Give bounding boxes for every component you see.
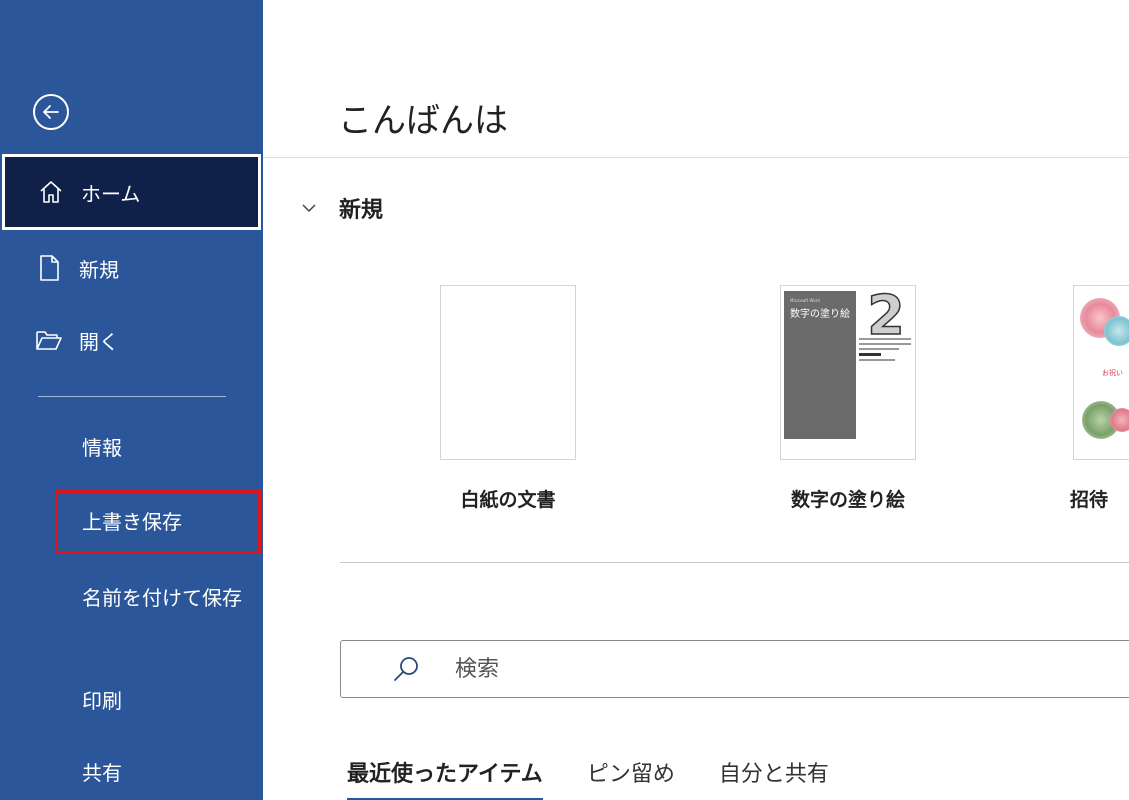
thumbnail-title: 数字の塗り絵 [790, 309, 850, 320]
search-icon [394, 657, 418, 681]
template-blank-document[interactable] [440, 285, 576, 460]
back-button[interactable] [33, 94, 69, 130]
template-number-coloring[interactable]: Microsoft Word 数字の塗り絵 2 [780, 285, 916, 460]
sidebar-item-label: ホーム [81, 181, 141, 206]
tab-pinned[interactable]: ピン留め [587, 756, 675, 798]
section-title: 新規 [339, 198, 384, 223]
file-tabs: 最近使ったアイテム ピン留め 自分と共有 [347, 756, 873, 800]
new-section-toggle[interactable]: 新規 [299, 192, 383, 224]
sidebar-item-label: 開く [79, 329, 119, 354]
thumbnail-text-lines [859, 338, 911, 364]
sidebar-item-label: 新規 [79, 257, 119, 282]
tab-shared-with-me[interactable]: 自分と共有 [719, 756, 829, 798]
sidebar-item-save[interactable]: 上書き保存 [82, 509, 182, 535]
page-title: こんばんは [338, 101, 508, 141]
template-label: 数字の塗り絵 [790, 489, 905, 511]
template-invitation[interactable]: お祝い [1073, 285, 1129, 460]
sidebar-item-info[interactable]: 情報 [82, 435, 122, 461]
backstage-sidebar: ホーム 新規 開く 情報 上書き保存 名前を付けて保存 印刷 共有 [0, 0, 263, 800]
thumbnail-brand: Microsoft Word [790, 298, 820, 303]
thumbnail-number: 2 [867, 288, 905, 338]
sidebar-item-share[interactable]: 共有 [82, 760, 122, 786]
template-thumbnail-bar: Microsoft Word 数字の塗り絵 [784, 291, 856, 439]
folder-open-icon [34, 325, 64, 355]
sidebar-item-print[interactable]: 印刷 [82, 688, 122, 714]
search-input[interactable] [455, 656, 955, 682]
search-box[interactable] [340, 640, 1129, 698]
arrow-left-icon [43, 105, 59, 119]
home-icon [36, 177, 66, 207]
sidebar-item-save-as[interactable]: 名前を付けて保存 [82, 585, 242, 611]
backstage-main: こんばんは 新規 白紙の文書 Microsoft Word 数字の塗り絵 2 数… [263, 0, 1129, 800]
sidebar-divider [38, 396, 226, 397]
header-divider [263, 157, 1129, 158]
sidebar-item-new[interactable]: 新規 [0, 232, 263, 304]
sidebar-item-home[interactable]: ホーム [2, 154, 261, 230]
template-label: 白紙の文書 [460, 489, 556, 511]
tab-recent[interactable]: 最近使ったアイテム [347, 756, 543, 800]
sidebar-item-open[interactable]: 開く [0, 304, 263, 376]
section-divider [340, 562, 1129, 563]
template-label: 招待 [1070, 489, 1109, 511]
thumbnail-text: お祝い [1102, 369, 1123, 377]
number-two-illustration: 2 [866, 288, 905, 338]
new-document-icon [34, 253, 64, 283]
chevron-down-icon [302, 204, 316, 213]
